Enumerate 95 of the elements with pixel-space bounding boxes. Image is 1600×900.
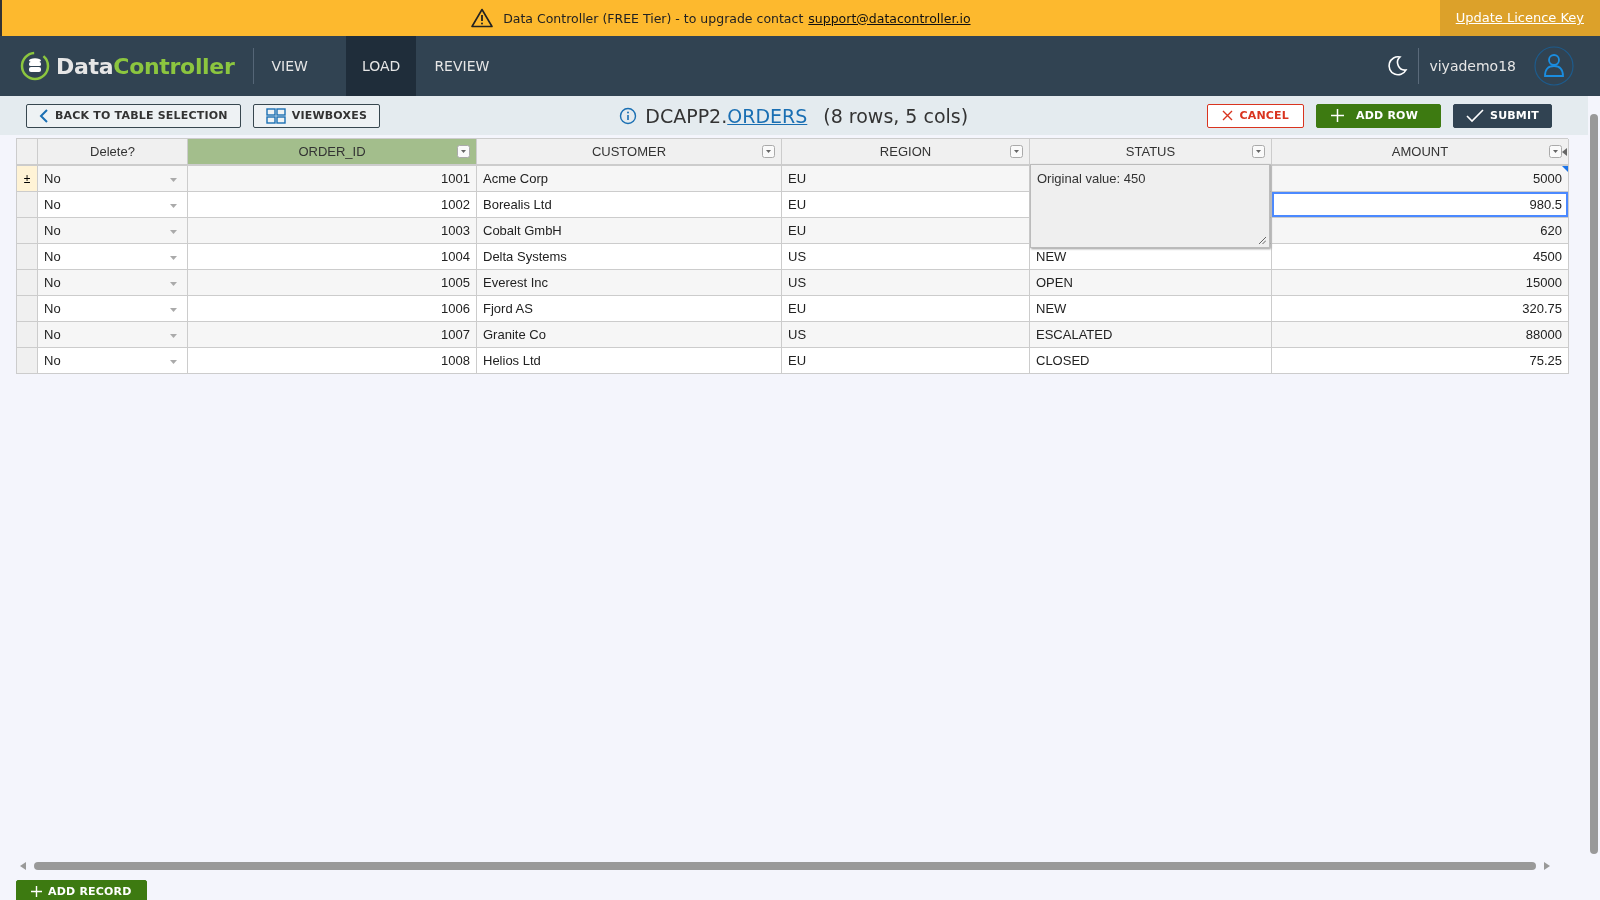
table-cell[interactable]: No <box>38 166 188 192</box>
dropdown-arrow-icon <box>170 334 177 338</box>
dropdown-arrow-icon <box>170 230 177 234</box>
dropdown-arrow-icon <box>170 282 177 286</box>
resize-handle-icon <box>1259 237 1266 244</box>
scrollbar-thumb[interactable] <box>1590 114 1598 854</box>
user-avatar-icon <box>1534 46 1574 86</box>
table-name-link[interactable]: ORDERS <box>727 104 808 127</box>
table-cell[interactable]: 75.25 <box>1272 348 1569 374</box>
table-cell[interactable]: 980.5 <box>1272 192 1569 218</box>
column-header[interactable]: ORDER_ID <box>188 139 477 166</box>
comment-popup[interactable]: Original value: 450 <box>1030 164 1270 248</box>
app-logo-text: DataController <box>56 53 235 79</box>
table-cell[interactable]: 320.75 <box>1272 296 1569 322</box>
table-cell[interactable]: 1002 <box>188 192 477 218</box>
table-cell[interactable]: NEW <box>1030 296 1272 322</box>
table-cell[interactable]: 620 <box>1272 218 1569 244</box>
table-cell[interactable]: EU <box>782 218 1030 244</box>
nav-tab[interactable]: VIEW <box>255 36 344 96</box>
nav-tab[interactable]: LOAD <box>345 36 417 96</box>
table-cell[interactable]: 1004 <box>188 244 477 270</box>
collapse-arrow-icon <box>1562 148 1567 156</box>
nav-tab[interactable]: REVIEW <box>418 36 526 96</box>
scrollbar-thumb[interactable] <box>34 862 1536 870</box>
dropdown-arrow-icon <box>170 204 177 208</box>
scroll-right-icon <box>1544 862 1550 870</box>
info-icon <box>619 106 638 125</box>
table-cell[interactable]: Helios Ltd <box>477 348 782 374</box>
table-cell[interactable]: No <box>38 192 188 218</box>
table-cell[interactable]: Everest Inc <box>477 270 782 296</box>
support-email-link[interactable]: support@datacontroller.io <box>808 10 971 26</box>
grid-icon <box>265 107 286 124</box>
table-cell[interactable]: 1005 <box>188 270 477 296</box>
table-cell[interactable]: EU <box>782 166 1030 192</box>
table-cell[interactable]: No <box>38 296 188 322</box>
column-header[interactable]: Delete? <box>38 139 188 166</box>
table-cell[interactable]: 1003 <box>188 218 477 244</box>
table-cell[interactable]: US <box>782 270 1030 296</box>
close-icon <box>1222 110 1234 121</box>
table-cell[interactable]: Acme Corp <box>477 166 782 192</box>
vertical-scrollbar[interactable] <box>1588 96 1600 900</box>
table-cell[interactable]: Borealis Ltd <box>477 192 782 218</box>
table-cell[interactable]: No <box>38 270 188 296</box>
table-cell[interactable]: US <box>782 322 1030 348</box>
banner-message: Data Controller (FREE Tier) - to upgrade contact <box>503 10 804 26</box>
back-button[interactable]: BACK TO TABLE SELECTION <box>26 103 241 128</box>
table-summary: (8 rows, 5 cols) <box>823 104 969 127</box>
table-cell[interactable]: No <box>38 322 188 348</box>
table-cell[interactable]: No <box>38 244 188 270</box>
table-cell[interactable]: 1008 <box>188 348 477 374</box>
add-record-button[interactable]: ADD RECORD <box>16 880 147 900</box>
horizontal-scrollbar[interactable] <box>20 860 1550 872</box>
table-cell[interactable]: CLOSED <box>1030 348 1272 374</box>
table-cell[interactable]: 1006 <box>188 296 477 322</box>
scroll-left-icon <box>20 862 26 870</box>
table-cell[interactable]: EU <box>782 348 1030 374</box>
table-cell[interactable]: Delta Systems <box>477 244 782 270</box>
table-cell[interactable]: EU <box>782 296 1030 322</box>
chevron-left-icon <box>39 108 49 123</box>
table-cell[interactable]: 4500 <box>1272 244 1569 270</box>
submit-button[interactable]: SUBMIT <box>1453 103 1552 128</box>
table-cell[interactable]: EU <box>782 192 1030 218</box>
viewboxes-button[interactable]: VIEWBOXES <box>252 103 381 128</box>
dropdown-arrow-icon <box>170 178 177 182</box>
table-cell[interactable]: 15000 <box>1272 270 1569 296</box>
table-cell[interactable]: 1007 <box>188 322 477 348</box>
row-header: ± <box>17 166 38 192</box>
database-logo-icon <box>20 51 50 81</box>
dropdown-arrow-icon <box>170 308 177 312</box>
moon-icon <box>1386 55 1409 77</box>
plus-icon <box>31 885 42 897</box>
dropdown-arrow-icon <box>170 360 177 364</box>
table-cell[interactable]: Granite Co <box>477 322 782 348</box>
checkmark-icon <box>1466 108 1484 123</box>
table-cell[interactable]: 1001 <box>188 166 477 192</box>
dropdown-arrow-icon <box>170 256 177 260</box>
library-name: DCAPP2. <box>645 104 728 127</box>
user-name: viyademo18 <box>1418 48 1534 84</box>
table-cell[interactable]: Cobalt GmbH <box>477 218 782 244</box>
table-cell[interactable]: No <box>38 218 188 244</box>
column-header[interactable]: CUSTOMER <box>477 139 782 166</box>
plus-icon <box>1331 109 1345 122</box>
warning-icon <box>471 8 494 28</box>
add-row-button[interactable]: ADD ROW <box>1316 103 1441 128</box>
column-header[interactable]: STATUS <box>1030 139 1272 166</box>
column-header[interactable]: AMOUNT <box>1272 139 1569 166</box>
table-cell[interactable]: Fjord AS <box>477 296 782 322</box>
table-cell[interactable]: 88000 <box>1272 322 1569 348</box>
table-cell[interactable]: 5000 <box>1272 166 1569 192</box>
table-cell[interactable]: US <box>782 244 1030 270</box>
table-cell[interactable]: ESCALATED <box>1030 322 1272 348</box>
table-cell[interactable]: No <box>38 348 188 374</box>
column-header[interactable]: REGION <box>782 139 1030 166</box>
table-cell[interactable]: OPEN <box>1030 270 1272 296</box>
cancel-button[interactable]: CANCEL <box>1207 103 1305 128</box>
